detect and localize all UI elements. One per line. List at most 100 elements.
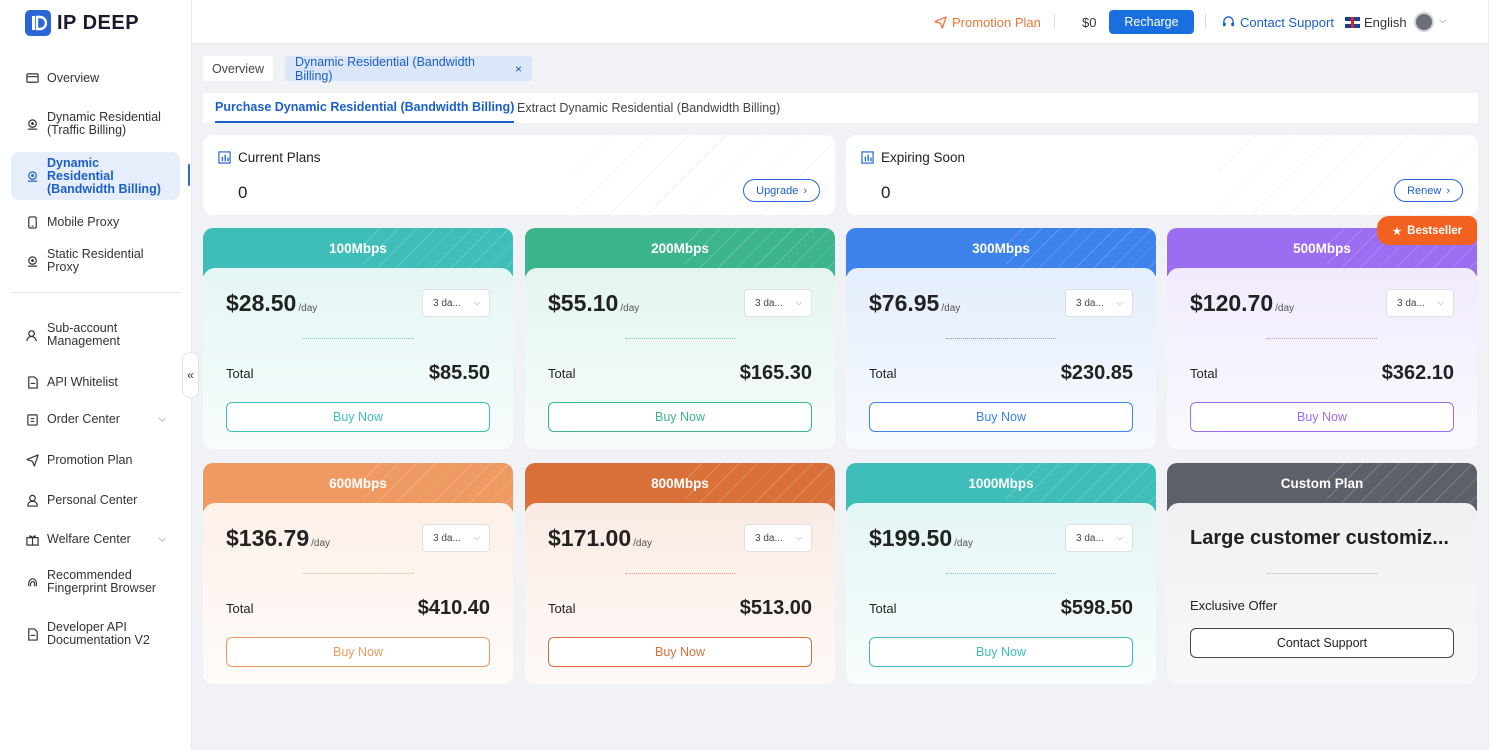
user-icon — [25, 493, 39, 507]
expiring-soon-card: Expiring Soon 0 Renew › — [846, 135, 1478, 215]
duration-value: 3 da... — [433, 297, 461, 309]
sidebar-item-label: Personal Center — [47, 492, 138, 507]
price-value: $55.10 — [548, 290, 619, 316]
contact-support-label: Contact Support — [1240, 14, 1334, 30]
total-label: Total — [226, 601, 254, 616]
plan-card: 600Mbps $136.79/day 3 da... ⌵ Total $410.40 Bu… — [203, 463, 513, 684]
close-icon[interactable]: × — [515, 62, 522, 76]
page-scrollbar[interactable] — [1488, 0, 1500, 750]
sidebar-item[interactable]: Dynamic Residential (Bandwidth Billing) — [11, 152, 180, 200]
plan-card-custom: Custom Plan Large customer customiz... E… — [1167, 463, 1477, 684]
total-value: $230.85 — [1060, 362, 1133, 384]
duration-select[interactable]: 3 da... ⌵ — [422, 524, 490, 552]
sidebar-item[interactable]: Sub-account Management — [11, 315, 180, 355]
plan-price: $28.50/day — [226, 290, 317, 317]
sidebar-item[interactable]: Static Residential Proxy — [11, 246, 180, 276]
total-label: Total — [548, 601, 576, 616]
monitor-icon — [25, 71, 39, 85]
bar-chart-icon — [218, 151, 231, 164]
bar-chart-icon — [861, 151, 874, 164]
user-avatar[interactable] — [1414, 12, 1434, 32]
sidebar-item[interactable]: Overview — [11, 63, 180, 93]
chevron-down-icon[interactable]: ⌵ — [158, 533, 166, 546]
chevron-down-icon: ⌵ — [795, 298, 802, 307]
buy-now-button[interactable]: Buy Now — [226, 637, 490, 667]
location-pin-icon — [25, 117, 39, 131]
upgrade-button[interactable]: Upgrade › — [743, 179, 820, 202]
sidebar-item[interactable]: Recommended Fingerprint Browser — [11, 562, 180, 602]
tag-dynamic-residential-bandwidth[interactable]: Dynamic Residential (Bandwidth Billing) … — [285, 54, 532, 83]
price-unit: /day — [311, 538, 331, 549]
chevron-down-icon[interactable]: ⌵ — [1439, 15, 1447, 26]
contact-support-link[interactable]: Contact Support — [1222, 0, 1334, 44]
current-plans-card: Current Plans 0 Upgrade › — [203, 135, 835, 215]
dotted-divider — [946, 573, 1056, 574]
price-unit: /day — [954, 538, 974, 549]
price-unit: /day — [941, 303, 961, 314]
sidebar-item-label: Overview — [47, 70, 100, 85]
buy-now-button[interactable]: Buy Now — [548, 402, 812, 432]
plan-name: 300Mbps — [972, 241, 1030, 256]
recharge-button[interactable]: Recharge — [1109, 10, 1194, 34]
clipboard-icon — [25, 412, 39, 426]
brand-logo[interactable]: IP DEEP — [25, 10, 139, 36]
language-selector[interactable]: English — [1345, 0, 1407, 44]
custom-plan-title: Large customer customiz... — [1190, 527, 1449, 549]
promotion-plan-link[interactable]: Promotion Plan — [934, 0, 1041, 44]
total-label: Total — [869, 366, 897, 381]
buy-now-button[interactable]: Buy Now — [1190, 402, 1454, 432]
custom-plan-subtitle: Exclusive Offer — [1190, 598, 1278, 613]
sidebar-item[interactable]: API Whitelist — [11, 367, 180, 397]
total-value: $410.40 — [417, 597, 490, 619]
sidebar-collapse-button[interactable]: « — [182, 352, 199, 398]
sidebar-item[interactable]: Dynamic Residential (Traffic Billing) — [11, 106, 180, 142]
buy-now-button[interactable]: Buy Now — [226, 402, 490, 432]
tab-extract[interactable]: Extract Dynamic Residential (Bandwidth B… — [517, 93, 780, 123]
sidebar-item[interactable]: Welfare Center ⌵ — [11, 524, 180, 554]
duration-select[interactable]: 3 da... ⌵ — [1386, 289, 1454, 317]
duration-select[interactable]: 3 da... ⌵ — [422, 289, 490, 317]
balance: $0 — [1082, 14, 1097, 30]
sidebar-item-label: API Whitelist — [47, 374, 118, 389]
duration-select[interactable]: 3 da... ⌵ — [1065, 524, 1133, 552]
duration-select[interactable]: 3 da... ⌵ — [1065, 289, 1133, 317]
plan-body: $120.70/day 3 da... ⌵ Total $362.10 Buy Now — [1167, 268, 1477, 449]
plan-price: $171.00/day — [548, 525, 652, 552]
dotted-divider — [303, 338, 413, 339]
buy-now-button[interactable]: Buy Now — [869, 402, 1133, 432]
sidebar-item[interactable]: Personal Center — [11, 485, 180, 515]
contact-support-button[interactable]: Contact Support — [1190, 628, 1454, 658]
sidebar-item-label: Sub-account Management — [47, 321, 120, 348]
tag-overview[interactable]: Overview — [203, 56, 273, 81]
plan-body: $55.10/day 3 da... ⌵ Total $165.30 Buy Now — [525, 268, 835, 449]
chevron-down-icon: ⌵ — [1116, 533, 1123, 542]
total-value: $165.30 — [739, 362, 812, 384]
chevron-right-icon: › — [1446, 184, 1450, 197]
sidebar-item-label: Order Center — [47, 411, 120, 426]
sidebar-item[interactable]: Order Center ⌵ — [11, 404, 180, 434]
sidebar-divider — [11, 292, 180, 293]
sidebar-item[interactable]: Mobile Proxy — [11, 207, 180, 237]
plan-name: 800Mbps — [651, 476, 709, 491]
tag-label: Dynamic Residential (Bandwidth Billing) — [295, 54, 475, 83]
tab-purchase[interactable]: Purchase Dynamic Residential (Bandwidth … — [215, 93, 515, 123]
sidebar-item[interactable]: Promotion Plan — [11, 445, 180, 475]
buy-now-button[interactable]: Buy Now — [548, 637, 812, 667]
sidebar-item[interactable]: Developer API Documentation V2 — [11, 614, 180, 654]
price-value: $76.95 — [869, 290, 940, 316]
chevron-down-icon: ⌵ — [1437, 298, 1444, 307]
renew-button[interactable]: Renew › — [1394, 179, 1463, 202]
star-icon: ★ — [1391, 225, 1403, 238]
duration-value: 3 da... — [1076, 532, 1104, 544]
mobile-icon — [25, 215, 39, 229]
chevron-down-icon[interactable]: ⌵ — [158, 413, 166, 426]
duration-select[interactable]: 3 da... ⌵ — [744, 289, 812, 317]
chevron-right-icon: › — [803, 184, 807, 197]
buy-now-button[interactable]: Buy Now — [869, 637, 1133, 667]
plan-price: $76.95/day — [869, 290, 960, 317]
plan-card: 1000Mbps $199.50/day 3 da... ⌵ Total $598.50 B… — [846, 463, 1156, 684]
bestseller-badge: ★ Bestseller — [1377, 216, 1477, 245]
price-value: $136.79 — [226, 525, 310, 551]
total-value: $598.50 — [1060, 597, 1133, 619]
duration-select[interactable]: 3 da... ⌵ — [744, 524, 812, 552]
